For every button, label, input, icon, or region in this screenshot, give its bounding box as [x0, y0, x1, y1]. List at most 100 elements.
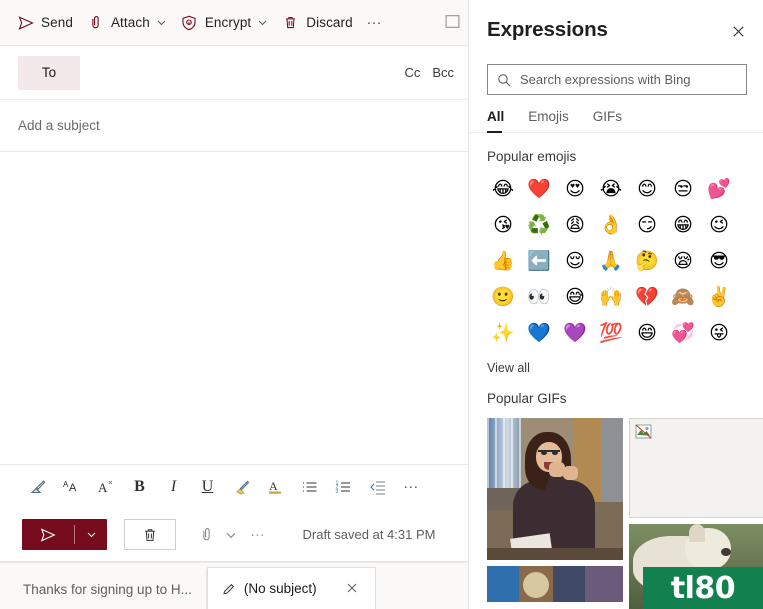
to-label-chip[interactable]: To: [18, 55, 80, 90]
encrypt-toolbar-button[interactable]: Encrypt: [174, 7, 275, 39]
emoji-thinking-face[interactable]: 🤔: [629, 246, 665, 276]
numbered-list-icon[interactable]: 1 2 3: [328, 471, 359, 502]
emoji-slightly-smiling-face[interactable]: 🙂: [485, 282, 521, 312]
emoji-see-no-evil-monkey[interactable]: 🙈: [665, 282, 701, 312]
emoji-hundred-points[interactable]: 💯: [593, 318, 629, 348]
gif-column-left: [487, 418, 623, 609]
gif-window-blinds: [487, 418, 521, 490]
draft-tabstrip: Thanks for signing up to H... (No subjec…: [0, 562, 468, 609]
emoji-smiling-face-with-heart-eyes[interactable]: 😍: [557, 174, 593, 204]
discard-toolbar-button[interactable]: Discard: [275, 7, 359, 39]
emoji-two-hearts[interactable]: 💕: [701, 174, 737, 204]
toolbar-overflow-button[interactable]: …: [360, 8, 390, 38]
send-row-overflow-button[interactable]: …: [250, 524, 267, 545]
underline-button[interactable]: U: [192, 471, 223, 502]
emoji-smiling-face-with-sunglasses[interactable]: 😎: [701, 246, 737, 276]
emoji-recycling-symbol[interactable]: ♻️: [521, 210, 557, 240]
emoji-left-arrow[interactable]: ⬅️: [521, 246, 557, 276]
gif-person-fist-right: [563, 466, 578, 480]
message-body[interactable]: [0, 152, 468, 464]
decrease-indent-icon[interactable]: [362, 471, 393, 502]
emoji-face-blowing-a-kiss[interactable]: 😘: [485, 210, 521, 240]
emoji-sparkles[interactable]: ✨: [485, 318, 521, 348]
search-input[interactable]: Search expressions with Bing: [487, 64, 747, 95]
tab-all[interactable]: All: [487, 109, 504, 133]
format-painter-icon[interactable]: [22, 471, 53, 502]
emoji-grinning-face-with-sweat[interactable]: 😅: [557, 282, 593, 312]
tab-emojis[interactable]: Emojis: [528, 109, 569, 132]
emoji-sleepy-face[interactable]: 😪: [665, 246, 701, 276]
emoji-winking-face-with-tongue[interactable]: 😜: [701, 318, 737, 348]
tab-gifs[interactable]: GIFs: [593, 109, 622, 132]
outlook-compose-window: Send Attach Encrypt Discard … To Cc Bcc …: [0, 0, 763, 609]
tab-no-subject[interactable]: (No subject): [206, 567, 376, 609]
chevron-down-icon[interactable]: [156, 17, 167, 28]
tab-thanks-for-signing-up[interactable]: Thanks for signing up to H...: [8, 569, 207, 609]
gif-partial-bottom[interactable]: [487, 566, 623, 602]
send-toolbar-button[interactable]: Send: [10, 7, 80, 39]
gif-woman-celebrating[interactable]: [487, 418, 623, 560]
emoji-unamused-face[interactable]: 😒: [665, 174, 701, 204]
emoji-face-with-tears-of-joy[interactable]: 😂: [485, 174, 521, 204]
subject-field-row[interactable]: Add a subject: [0, 100, 468, 152]
chevron-down-icon[interactable]: [220, 522, 242, 548]
apps-icon[interactable]: [444, 13, 461, 30]
emoji-revolving-hearts[interactable]: 💞: [665, 318, 701, 348]
bold-button[interactable]: B: [124, 471, 155, 502]
to-field-row[interactable]: To Cc Bcc: [0, 46, 468, 100]
font-color-icon[interactable]: A: [260, 471, 291, 502]
send-options-dropdown[interactable]: [75, 519, 107, 550]
watermark-text: tl80: [670, 570, 736, 606]
gif-person-eye-right: [552, 451, 558, 455]
emoji-thumbs-up[interactable]: 👍: [485, 246, 521, 276]
chevron-down-icon[interactable]: [257, 17, 268, 28]
discard-draft-button[interactable]: [124, 519, 176, 550]
font-size-icon[interactable]: AA: [56, 471, 87, 502]
italic-button[interactable]: I: [158, 471, 189, 502]
expressions-panel: Expressions Search expressions with Bing…: [468, 0, 763, 609]
emoji-grid: 😂 ❤️ 😍 😭 😊 😒 💕 😘 ♻️ 😩 👌 😏 😁 😉 👍 ⬅️ 😌 🙏 🤔 😪 😎 🙂 👀 😅 🙌 💔 🙈 ✌️ ✨ 💙 💜 💯 😄 💞 😜: [469, 164, 763, 348]
emoji-victory-hand[interactable]: ✌️: [701, 282, 737, 312]
highlight-icon[interactable]: [226, 471, 257, 502]
pencil-icon: [222, 582, 236, 596]
svg-text:3: 3: [335, 488, 338, 494]
expressions-header: Expressions: [469, 0, 763, 56]
emoji-weary-face[interactable]: 😩: [557, 210, 593, 240]
subject-placeholder: Add a subject: [18, 118, 100, 133]
emoji-eyes[interactable]: 👀: [521, 282, 557, 312]
cc-bcc-group: Cc Bcc: [404, 65, 454, 80]
emoji-beaming-face-with-smiling-eyes[interactable]: 😁: [665, 210, 701, 240]
close-icon[interactable]: [345, 581, 361, 597]
compose-pane: Send Attach Encrypt Discard … To Cc Bcc …: [0, 0, 468, 609]
emoji-red-heart[interactable]: ❤️: [521, 174, 557, 204]
emoji-loudly-crying-face[interactable]: 😭: [593, 174, 629, 204]
cc-button[interactable]: Cc: [404, 65, 420, 80]
gif-person-eye-left: [541, 451, 547, 455]
attach-toolbar-button[interactable]: Attach: [80, 7, 174, 39]
emoji-grinning-face-with-smiling-eyes[interactable]: 😄: [629, 318, 665, 348]
chevron-down-icon: [87, 532, 95, 538]
emoji-smiling-face-with-smiling-eyes[interactable]: 😊: [629, 174, 665, 204]
emoji-broken-heart[interactable]: 💔: [629, 282, 665, 312]
emoji-blue-heart[interactable]: 💙: [521, 318, 557, 348]
bulleted-list-icon[interactable]: [294, 471, 325, 502]
emoji-purple-heart[interactable]: 💜: [557, 318, 593, 348]
send-button[interactable]: [22, 519, 74, 550]
send-split-button[interactable]: [22, 519, 107, 550]
clear-formatting-icon[interactable]: A: [90, 471, 121, 502]
gif-desk: [487, 548, 623, 560]
emoji-raising-hands[interactable]: 🙌: [593, 282, 629, 312]
close-icon[interactable]: [727, 20, 749, 42]
view-all-emojis-link[interactable]: View all: [469, 348, 763, 375]
emoji-relieved-face[interactable]: 😌: [557, 246, 593, 276]
gif-animal-nose: [721, 548, 731, 556]
paperclip-icon[interactable]: [194, 522, 218, 548]
gif-broken-placeholder[interactable]: [629, 418, 763, 518]
formatting-overflow-button[interactable]: …: [396, 471, 427, 502]
emoji-ok-hand[interactable]: 👌: [593, 210, 629, 240]
emoji-smirking-face[interactable]: 😏: [629, 210, 665, 240]
emoji-winking-face[interactable]: 😉: [701, 210, 737, 240]
bcc-button[interactable]: Bcc: [432, 65, 454, 80]
send-icon: [17, 14, 34, 31]
emoji-folded-hands[interactable]: 🙏: [593, 246, 629, 276]
